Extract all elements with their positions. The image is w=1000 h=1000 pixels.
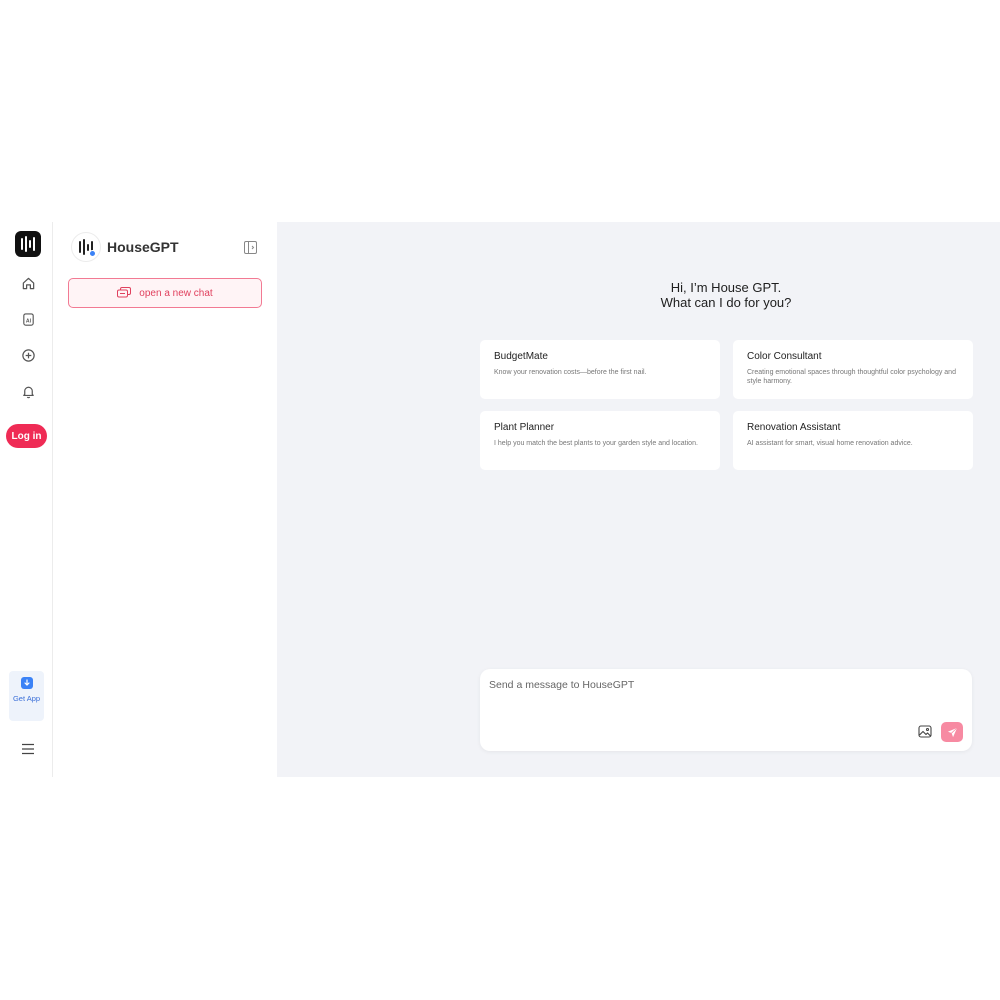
housegpt-logo-icon[interactable] [15, 231, 41, 257]
card-title: BudgetMate [494, 351, 548, 362]
new-chat-label: open a new chat [139, 287, 213, 299]
chat-sidebar: HouseGPT open a new chat [53, 222, 277, 777]
send-icon [947, 727, 957, 737]
card-description: Know your renovation costs—before the fi… [494, 369, 647, 376]
menu-icon[interactable] [21, 742, 35, 755]
card-description: Creating emotional spaces through though… [747, 369, 956, 385]
assistant-card-renovation-assistant[interactable]: Renovation Assistant AI assistant for sm… [733, 411, 973, 470]
login-button[interactable]: Log in [6, 424, 47, 448]
svg-text:AI: AI [25, 318, 31, 324]
icon-rail: AI Log in Get App [0, 222, 53, 777]
image-upload-icon[interactable] [917, 723, 933, 739]
ai-icon[interactable]: AI [17, 308, 39, 330]
assistant-card-color-consultant[interactable]: Color Consultant Creating emotional spac… [733, 340, 973, 399]
home-icon[interactable] [17, 272, 39, 294]
message-input[interactable] [489, 677, 949, 693]
bell-icon[interactable] [17, 380, 39, 402]
greeting-line-1: Hi, I’m House GPT. [670, 280, 782, 295]
brand-logo-icon [71, 232, 101, 262]
send-button[interactable] [941, 722, 963, 742]
download-icon [20, 677, 33, 689]
main-panel: Hi, I’m House GPT. What can I do for you… [277, 222, 1000, 777]
sidebar-collapse-icon[interactable] [244, 241, 257, 254]
get-app-button[interactable]: Get App [9, 671, 44, 721]
new-chat-button[interactable]: open a new chat [68, 278, 262, 308]
card-title: Renovation Assistant [747, 422, 841, 433]
chat-bubbles-icon [117, 287, 132, 298]
app-window: AI Log in Get App HouseGPT open a new ch… [0, 222, 1000, 777]
card-description: I help you match the best plants to your… [494, 440, 698, 447]
card-title: Color Consultant [747, 351, 822, 362]
assistant-card-budgetmate[interactable]: BudgetMate Know your renovation costs—be… [480, 340, 720, 399]
plus-circle-icon[interactable] [17, 344, 39, 366]
assistant-card-plant-planner[interactable]: Plant Planner I help you match the best … [480, 411, 720, 470]
brand-name: HouseGPT [107, 239, 179, 255]
message-composer [480, 669, 972, 751]
greeting: Hi, I’m House GPT. What can I do for you… [537, 280, 915, 310]
card-description: AI assistant for smart, visual home reno… [747, 440, 913, 447]
get-app-label: Get App [12, 694, 41, 703]
card-title: Plant Planner [494, 422, 555, 433]
greeting-line-2: What can I do for you? [660, 295, 792, 310]
